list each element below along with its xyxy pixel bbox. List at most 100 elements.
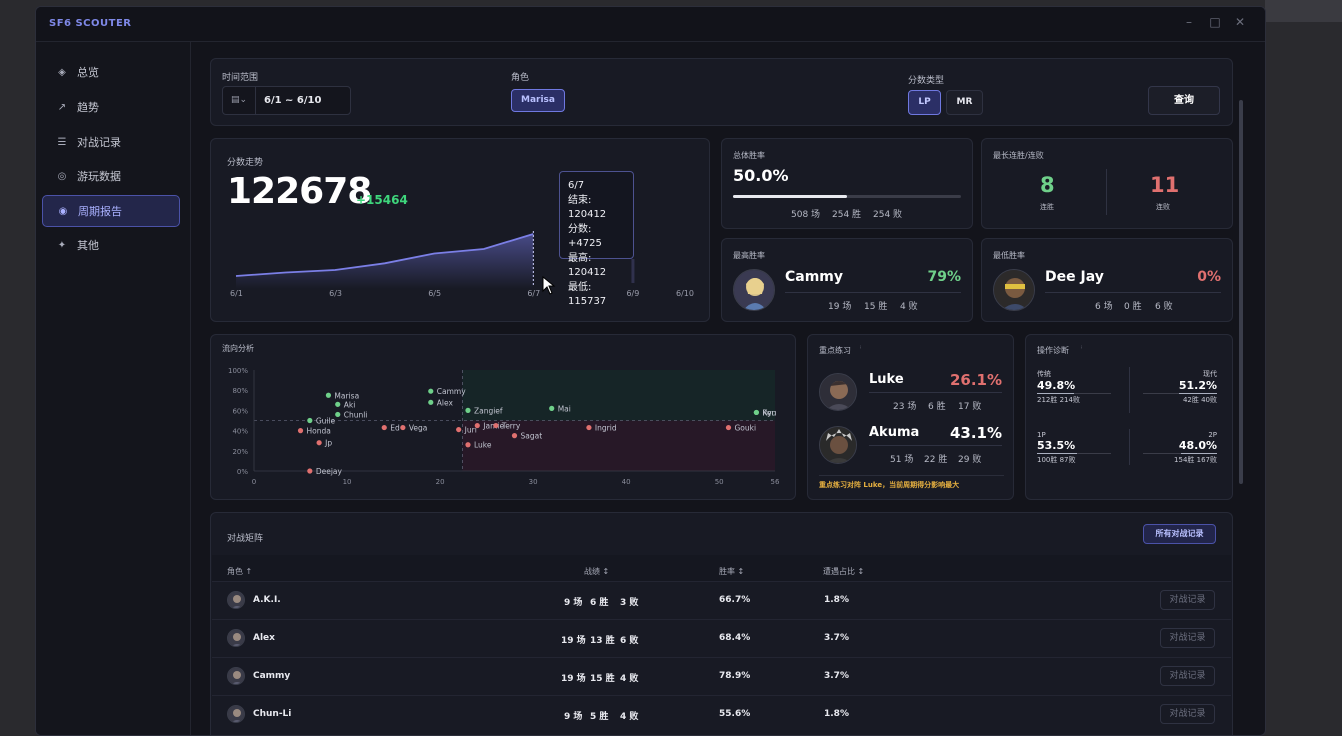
sidebar-item-period-report[interactable]: ◉ 周期报告: [42, 195, 180, 227]
scatter-point-label: Zangief: [474, 406, 503, 415]
best-divider: [785, 292, 961, 293]
sidebar-item-trend[interactable]: ↗ 趋势: [42, 91, 180, 123]
x-tick-label: 40: [622, 478, 631, 486]
row-winrate: 66.7%: [719, 595, 751, 605]
scatter-point: [428, 399, 434, 405]
focus-akuma-name: Akuma: [869, 425, 920, 440]
scrollbar[interactable]: [1239, 100, 1243, 484]
sidebar-item-label: 其他: [77, 239, 99, 252]
header-winrate[interactable]: 胜率 ↕: [719, 566, 744, 577]
trend-chart[interactable]: 6/1 6/3 6/5 6/7 6/9 6/10: [211, 139, 711, 323]
worst-games: 6 场: [1095, 302, 1113, 312]
diag-cell: 1P 53.5% 100胜 87败: [1037, 431, 1111, 465]
lose-streak-label: 连败: [1156, 203, 1170, 211]
best-wins: 15 胜: [864, 302, 888, 312]
overall-rate: 50.0%: [733, 166, 789, 185]
character-label: 角色: [511, 73, 530, 83]
sidebar-item-match-history[interactable]: ☰ 对战记录: [42, 126, 180, 158]
trend-tooltip: 6/7 结束: 120412 分数: +4725 最高: 120412 最低: …: [559, 171, 634, 307]
trend-x-tick: 6/3: [329, 289, 342, 298]
focus-luke-games: 23 场: [893, 402, 917, 412]
diag-bar: [1143, 453, 1217, 454]
scatter-point: [428, 388, 434, 394]
match-history-button[interactable]: 对战记录: [1160, 666, 1215, 686]
tooltip-high: 最高: 120412: [568, 252, 607, 279]
date-range-picker[interactable]: ▤⌄ 6/1 ~ 6/10: [222, 86, 351, 115]
diag-rate: 51.2%: [1178, 379, 1217, 392]
diag-bar: [1037, 393, 1111, 394]
y-tick-label: 40%: [232, 428, 248, 436]
scatter-point: [549, 405, 555, 411]
match-history-button[interactable]: 对战记录: [1160, 628, 1215, 648]
tooltip-low: 最低: 115737: [568, 281, 607, 308]
header-record[interactable]: 战绩 ↕: [584, 566, 609, 577]
y-tick-label: 0%: [237, 468, 248, 476]
x-tick-label: 10: [343, 478, 352, 486]
info-icon[interactable]: ⁱ: [860, 345, 861, 353]
operation-diagnosis-card: 操作诊断 ⁱ 传统 49.8% 212胜 214败 现代 51.2% 42胜 4…: [1025, 334, 1233, 500]
diag-cell: 传统 49.8% 212胜 214败: [1037, 369, 1111, 404]
scatter-point-label: Deejay: [316, 467, 343, 476]
match-history-button[interactable]: 对战记录: [1160, 590, 1215, 610]
sidebar-item-play-data[interactable]: ◎ 游玩数据: [42, 160, 180, 192]
titlebar[interactable]: SF6 SCOUTER – □ ✕: [36, 7, 1265, 42]
main-content: 时间范围 ▤⌄ 6/1 ~ 6/10 角色 Marisa 分数类型 LP MR …: [191, 42, 1265, 735]
scatter-point-label: Guile: [316, 417, 336, 426]
query-button[interactable]: 查询: [1148, 86, 1220, 115]
flow-scatter-chart[interactable]: 0% 20% 40% 60% 80% 100% 0 10 20 30 40 50 56 MarisaAki…: [211, 335, 797, 501]
header-character[interactable]: 角色 ↑: [227, 566, 252, 577]
scatter-point-label: Alex: [437, 398, 454, 407]
table-row[interactable]: Chun-Li 9 场 5 胜 4 败 55.6% 1.8% 对战记录: [212, 695, 1231, 732]
mr-toggle[interactable]: MR: [946, 90, 983, 115]
lp-toggle[interactable]: LP: [908, 90, 941, 115]
diag-cell: 现代 51.2% 42胜 40败: [1143, 369, 1217, 404]
best-rate: 79%: [927, 269, 961, 285]
all-matches-button[interactable]: 所有对战记录: [1143, 524, 1216, 544]
focus-title: 重点练习: [819, 346, 851, 355]
streak-card: 最长连胜/连败 8 连胜 11 连败: [981, 138, 1233, 229]
character-chip[interactable]: Marisa: [511, 89, 565, 112]
sidebar-item-overview[interactable]: ◈ 总览: [42, 56, 180, 88]
scatter-point: [335, 401, 341, 407]
overall-wins: 254 胜: [832, 210, 862, 220]
info-icon[interactable]: ⁱ: [1081, 345, 1082, 353]
score-trend-card: 分数走势 122678 +15464 6/1 6/3 6/5 6/7 6/9 6/10 6…: [210, 138, 710, 322]
scatter-point: [586, 424, 592, 431]
best-title: 最高胜率: [733, 251, 765, 260]
scatter-point-label: Jp: [324, 439, 332, 448]
maximize-icon[interactable]: □: [1206, 15, 1224, 29]
scatter-point: [400, 424, 406, 431]
header-encounter-share[interactable]: 遭遇占比 ↕: [823, 566, 864, 577]
backdrop-bar: [1265, 0, 1342, 22]
row-games: 19 场: [561, 636, 586, 646]
minimize-icon[interactable]: –: [1180, 15, 1198, 29]
scatter-point-label: Juri: [464, 426, 477, 435]
row-character: Alex: [253, 633, 275, 643]
overall-losses: 254 败: [873, 210, 903, 220]
calendar-icon[interactable]: ▤⌄: [223, 87, 256, 114]
lose-streak-value: 11: [1150, 173, 1180, 197]
table-row[interactable]: Cammy 19 场 15 胜 4 败 78.9% 3.7% 对战记录: [212, 657, 1231, 694]
match-history-button[interactable]: 对战记录: [1160, 704, 1215, 724]
scatter-point: [493, 422, 499, 429]
focus-note: 重点练习对阵 Luke，当前周期得分影响最大: [819, 481, 960, 489]
row-wins: 5 胜: [590, 712, 609, 722]
trend-area: [236, 234, 534, 289]
scatter-point: [316, 440, 322, 446]
focus-luke-losses: 17 败: [958, 402, 982, 412]
diag-title: 操作诊断: [1037, 346, 1069, 355]
diag-rate: 49.8%: [1037, 379, 1076, 392]
scatter-point-label: Vega: [409, 424, 428, 433]
table-row[interactable]: Alex 19 场 13 胜 6 败 68.4% 3.7% 对战记录: [212, 619, 1231, 656]
date-range-value: 6/1 ~ 6/10: [264, 95, 322, 106]
sidebar-item-other[interactable]: ✦ 其他: [42, 229, 180, 261]
scatter-point: [465, 442, 471, 448]
close-icon[interactable]: ✕: [1231, 15, 1249, 29]
worst-rate: 0%: [1197, 269, 1221, 285]
matchup-matrix-card: 对战矩阵 所有对战记录 角色 ↑ 战绩 ↕ 胜率 ↕ 遭遇占比 ↕ A.K.I.…: [210, 512, 1233, 735]
diag-detail: 100胜 87败: [1037, 456, 1076, 464]
table-row[interactable]: A.K.I. 9 场 6 胜 3 败 66.7% 1.8% 对战记录: [212, 581, 1231, 618]
diag-label: 现代: [1203, 370, 1217, 378]
row-wins: 15 胜: [590, 674, 615, 684]
sidebar-item-label: 周期报告: [78, 205, 122, 218]
